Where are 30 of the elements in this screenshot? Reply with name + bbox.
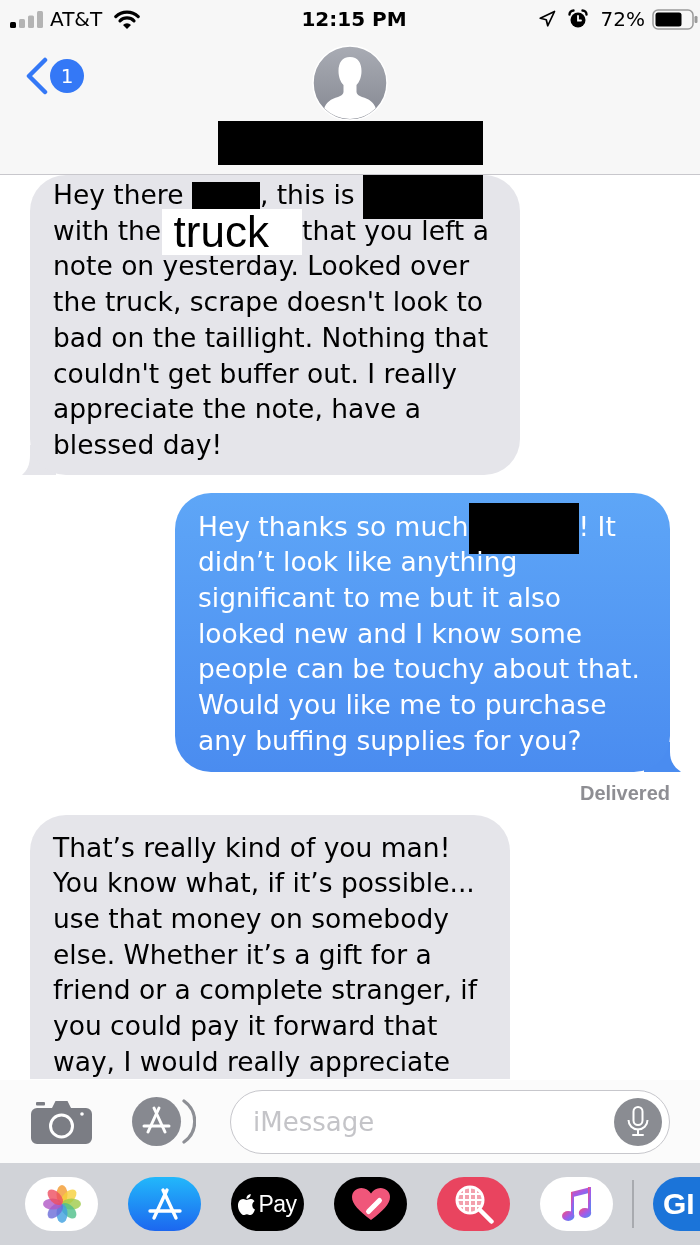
heart-icon <box>350 1187 391 1221</box>
music-note-icon <box>561 1186 592 1222</box>
microphone-icon[interactable] <box>614 1097 662 1146</box>
location-icon <box>537 10 556 28</box>
word-patch: truck <box>161 209 302 256</box>
apple-icon <box>238 1193 256 1215</box>
clock-time: 12:15 PM <box>301 7 407 31</box>
app-button[interactable]: Pay <box>231 1177 304 1231</box>
message-text: Hey there , this is with the truck that you left a note on yesterday. Looked over the truck, scrape doesn't look to bad on the taillight. Nothing that couldn't get buffer out. I really appreciate the note, have a blessed day! <box>53 177 508 463</box>
battery-icon <box>652 8 698 30</box>
battery-percent: 72% <box>600 7 645 31</box>
alarm-icon <box>567 9 588 29</box>
avatar-icon[interactable] <box>312 45 388 121</box>
letter-a-icon <box>147 1187 182 1221</box>
app-button[interactable]: GI <box>653 1177 700 1231</box>
camera-icon[interactable] <box>31 1099 92 1144</box>
unread-count-badge: 1 <box>50 59 84 93</box>
message-text: Hey thanks so much ! It didn’t look like anything significant to me but it also looked new and I know some people can be touchy about that. Would you like me to purchase any buffing supplies for you? <box>198 508 648 759</box>
wifi-icon <box>114 9 141 29</box>
app-button[interactable] <box>334 1177 407 1231</box>
carrier-name: AT&T <box>50 7 103 31</box>
apps-icon[interactable] <box>132 1097 196 1146</box>
flower-icon <box>41 1184 82 1224</box>
message-text: That’s really kind of you man! You know what, if it’s possible... use that money on somebody else. Whether it’s a gift for a friend or a complete stranger, if you could pay it forward that way, I would really appreciate <box>53 830 479 1079</box>
back-icon[interactable] <box>25 57 49 95</box>
delivery-status: Delivered <box>579 784 670 802</box>
globe-search-icon <box>453 1184 494 1224</box>
message-input[interactable]: iMessage <box>230 1089 670 1154</box>
signal-icon <box>10 10 43 28</box>
redaction-bar <box>191 181 260 212</box>
